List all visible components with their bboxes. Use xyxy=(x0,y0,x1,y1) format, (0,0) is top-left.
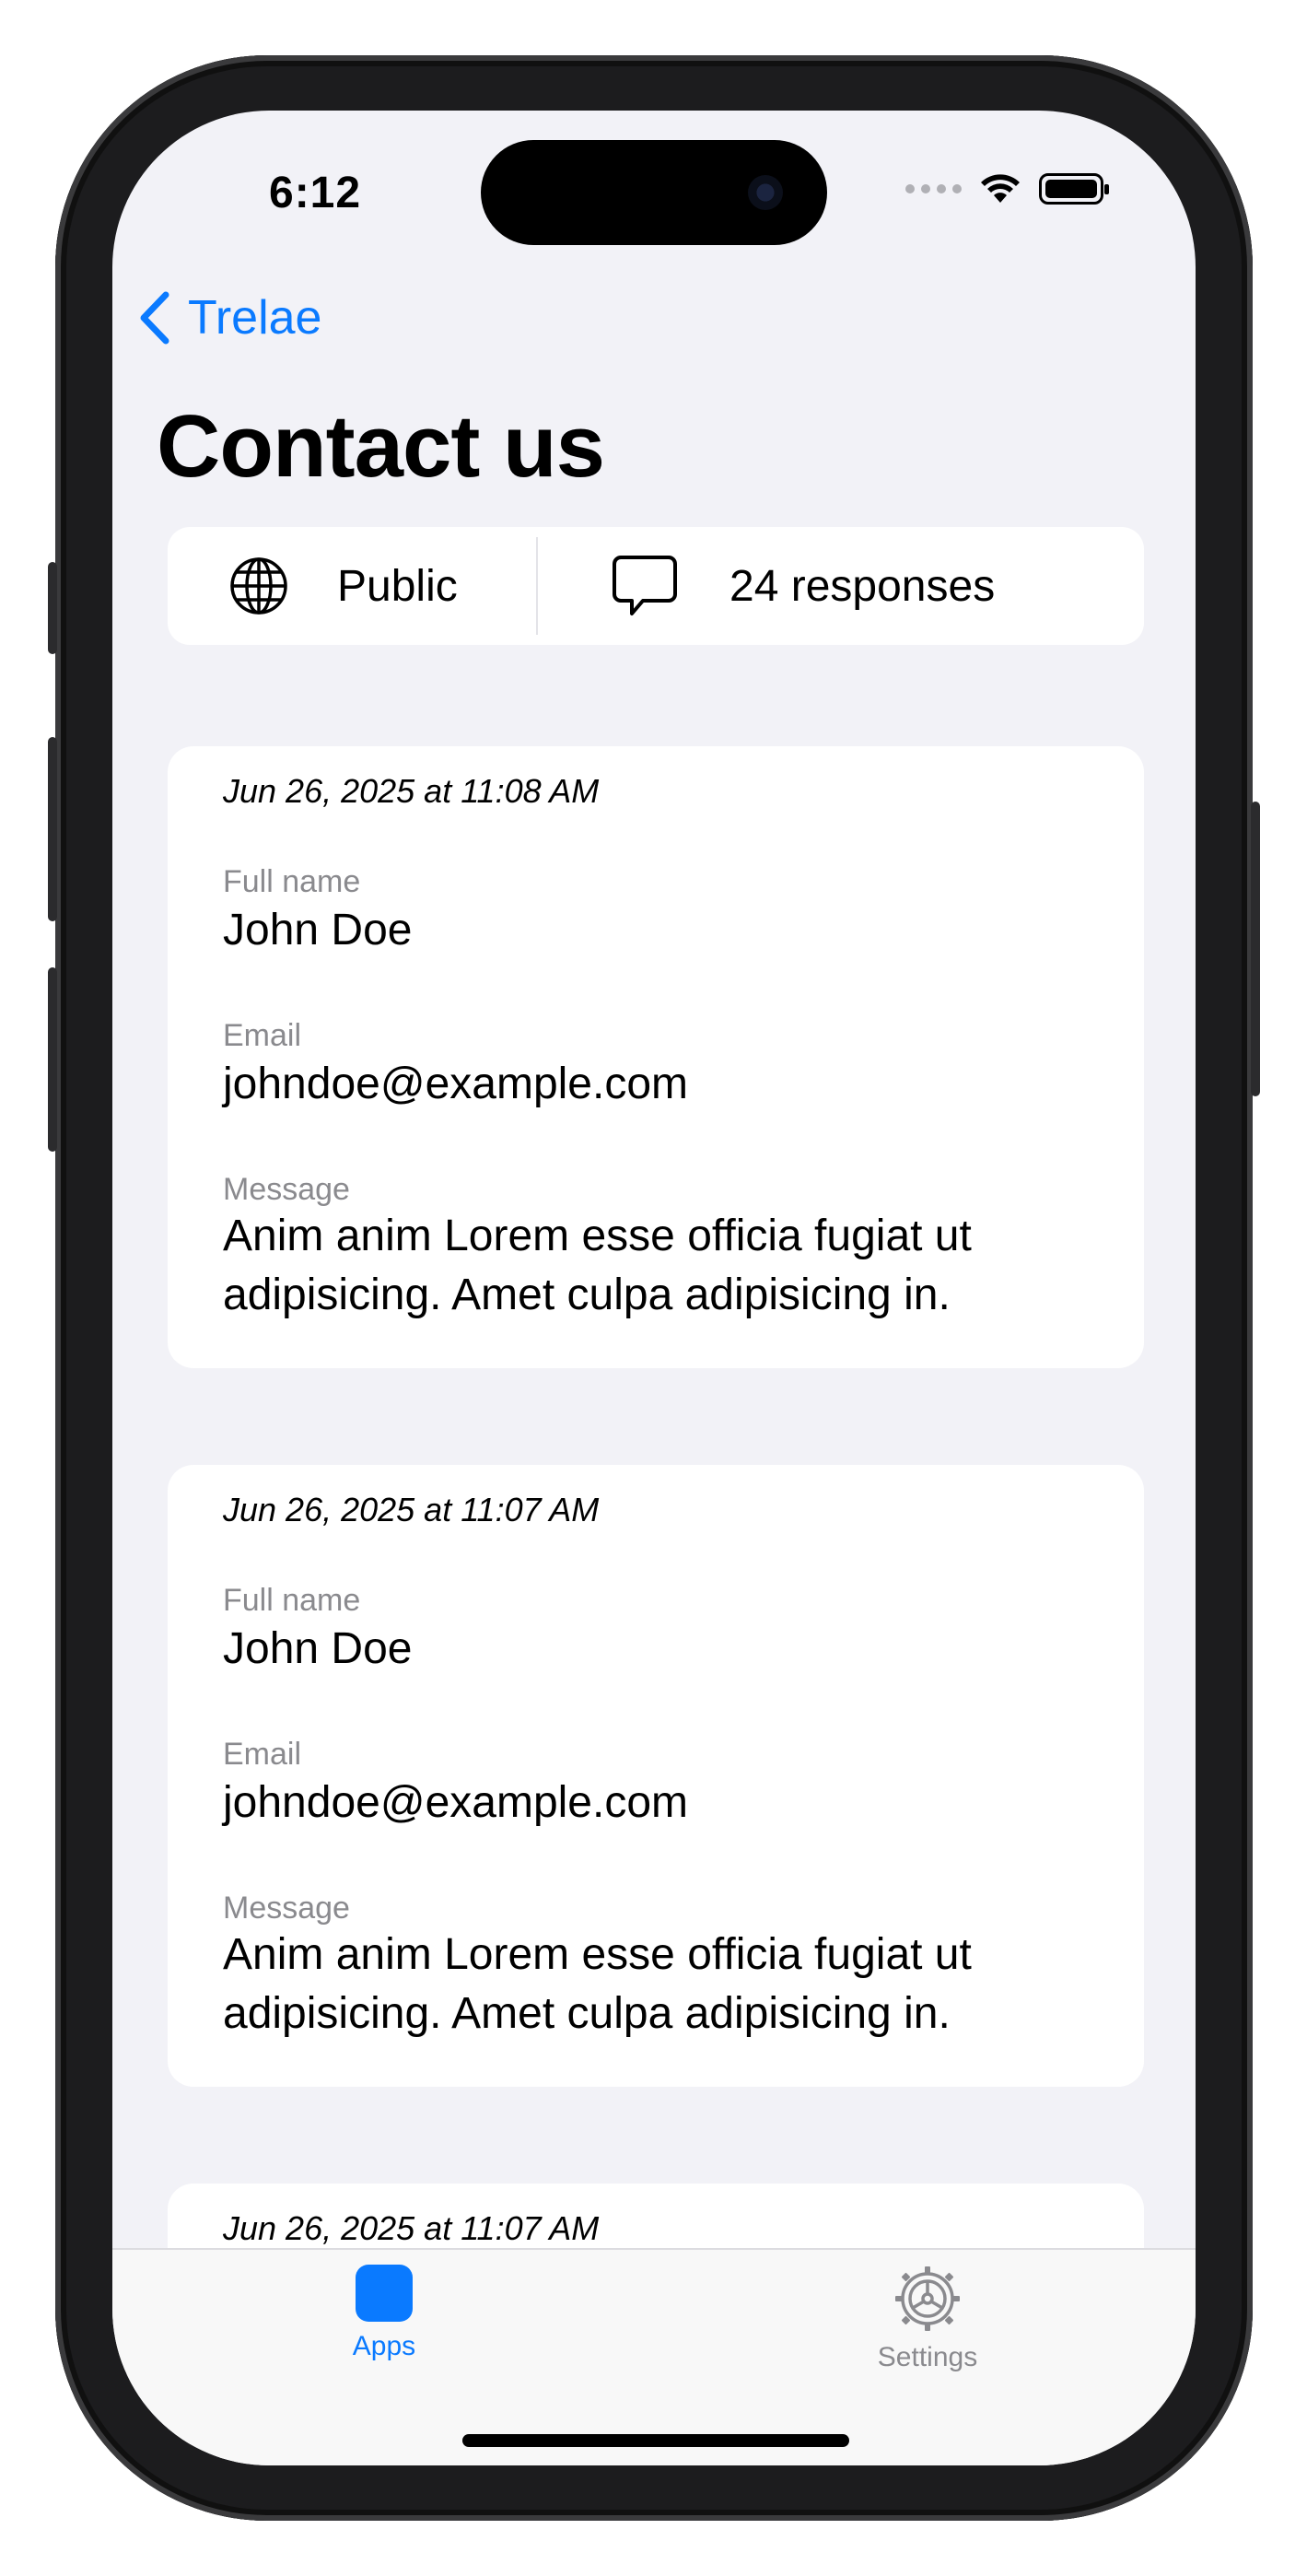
tab-settings[interactable]: Settings xyxy=(858,2265,997,2373)
chevron-left-icon xyxy=(140,291,169,345)
email-value: johndoe@example.com xyxy=(223,1778,689,1827)
volume-up-button xyxy=(48,737,57,921)
email-label: Email xyxy=(223,1737,302,1772)
wifi-icon xyxy=(981,174,1020,203)
tab-apps-label: Apps xyxy=(352,2331,416,2361)
message-label: Message xyxy=(223,1891,350,1926)
battery-icon xyxy=(1039,173,1109,205)
tab-apps[interactable]: Apps xyxy=(324,2265,444,2362)
visibility-label: Public xyxy=(337,561,458,611)
status-time: 6:12 xyxy=(269,169,362,217)
full-name-label: Full name xyxy=(223,1583,361,1618)
message-value: Anim anim Lorem esse officia fugiat ut a… xyxy=(223,1212,972,1319)
action-button xyxy=(48,562,57,654)
screen: 6:12 Trelae Contact us Public 24 respons… xyxy=(112,111,1196,2465)
power-button xyxy=(1251,802,1260,1096)
apps-icon xyxy=(356,2265,413,2322)
status-icons xyxy=(905,171,1109,206)
message-value: Anim anim Lorem esse officia fugiat ut a… xyxy=(223,1930,972,2038)
tab-settings-label: Settings xyxy=(877,2342,978,2372)
response-card[interactable]: Jun 26, 2025 at 11:08 AM Full name John … xyxy=(168,746,1144,1368)
responses-segment[interactable]: 24 responses xyxy=(538,527,995,645)
visibility-segment[interactable]: Public xyxy=(168,527,536,645)
responses-count: 24 responses xyxy=(729,561,996,611)
back-button[interactable]: Trelae xyxy=(138,290,321,345)
message-label: Message xyxy=(223,1172,350,1207)
home-indicator xyxy=(462,2434,849,2447)
full-name-label: Full name xyxy=(223,864,361,899)
response-date: Jun 26, 2025 at 11:07 AM xyxy=(223,1491,600,1528)
speech-bubble-icon xyxy=(613,556,677,615)
email-value: johndoe@example.com xyxy=(223,1060,689,1108)
globe-icon xyxy=(230,557,287,615)
volume-down-button xyxy=(48,967,57,1152)
back-label: Trelae xyxy=(188,291,322,345)
tab-bar: Apps Settings xyxy=(112,2248,1196,2465)
form-summary-bar: Public 24 responses xyxy=(168,527,1144,645)
camera-icon xyxy=(748,175,783,210)
signal-icon xyxy=(905,184,962,193)
full-name-value: John Doe xyxy=(223,906,413,954)
response-date: Jun 26, 2025 at 11:08 AM xyxy=(223,772,600,810)
dynamic-island xyxy=(481,140,827,245)
response-date: Jun 26, 2025 at 11:07 AM xyxy=(223,2209,600,2247)
gear-icon xyxy=(895,2266,960,2331)
full-name-value: John Doe xyxy=(223,1624,413,1673)
response-card[interactable]: Jun 26, 2025 at 11:07 AM Full name John … xyxy=(168,1465,1144,2087)
page-title: Contact us xyxy=(157,397,605,496)
email-label: Email xyxy=(223,1018,302,1053)
